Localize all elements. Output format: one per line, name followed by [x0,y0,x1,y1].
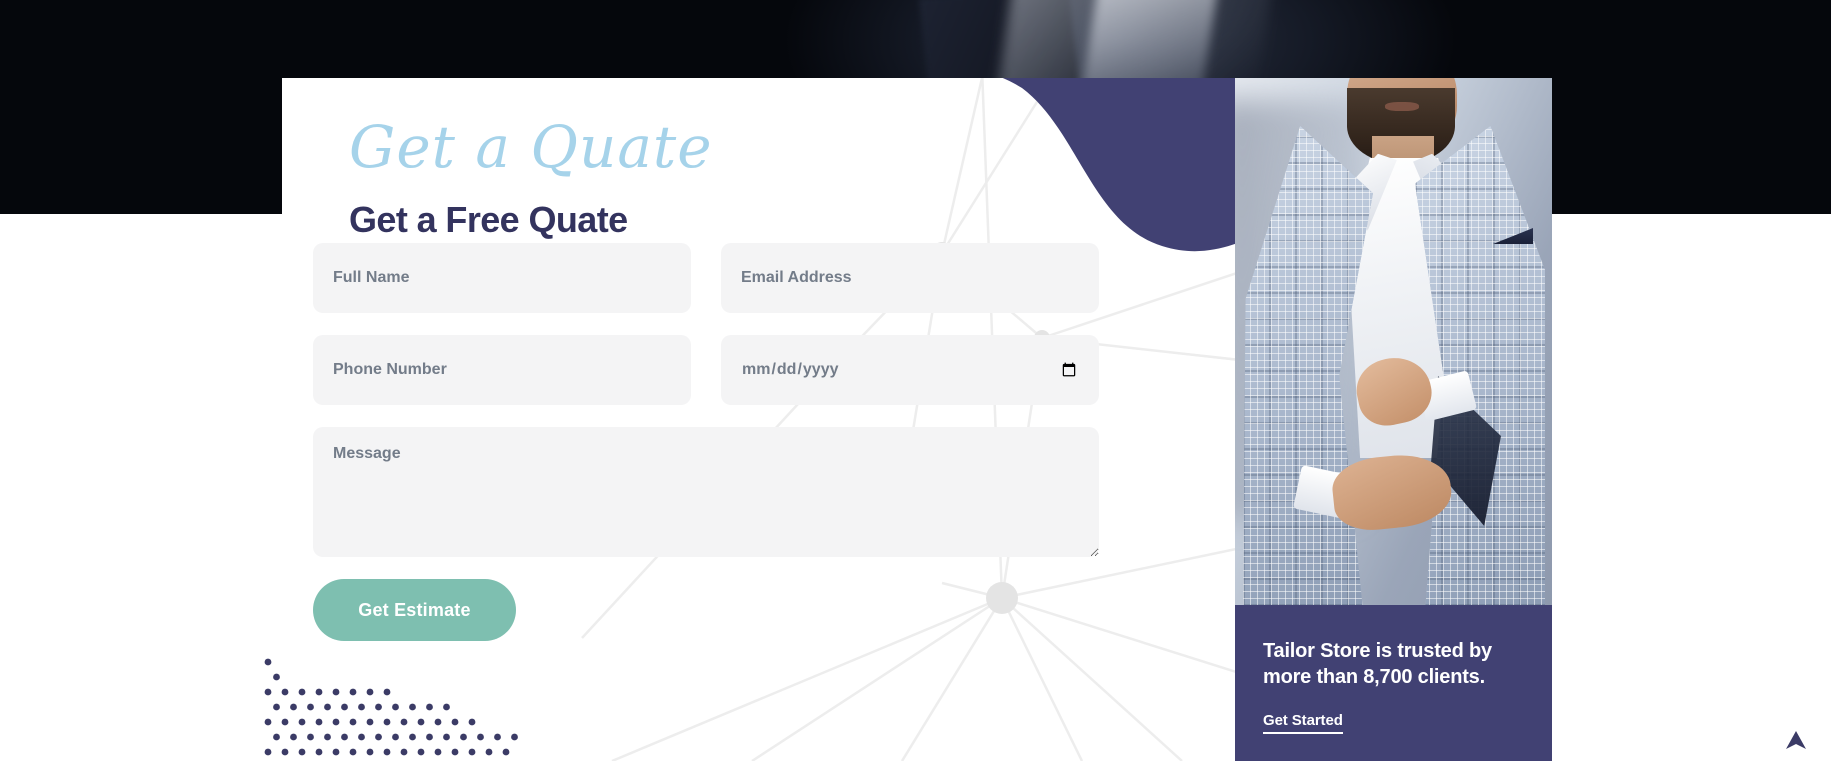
model-lips [1385,102,1419,111]
get-estimate-button[interactable]: Get Estimate [313,579,516,641]
form-row-1 [313,243,1133,313]
date-input[interactable] [721,335,1099,405]
page-title: Get a Free Quate [349,199,628,241]
form-heading-block: Get a Quate Get a Free Quate [349,113,989,241]
full-name-input[interactable] [313,243,691,313]
page-root: Get a Quate Get a Free Quate Get Estimat… [0,0,1831,761]
trust-panel: Tailor Store is trusted by more than 8,7… [1235,605,1552,761]
email-address-input[interactable] [721,243,1099,313]
trust-panel-title: Tailor Store is trusted by more than 8,7… [1263,640,1492,688]
phone-number-input[interactable] [313,335,691,405]
form-row-3 [313,427,1133,557]
message-textarea[interactable] [313,427,1099,557]
scroll-to-top-arrow-icon[interactable] [1779,723,1813,757]
form-row-2 [313,335,1133,405]
side-column: Tailor Store is trusted by more than 8,7… [1235,78,1552,761]
script-heading: Get a Quate [349,113,713,181]
suit-model-photo [1235,78,1552,605]
quote-form: Get Estimate [313,243,1133,641]
get-started-link[interactable]: Get Started [1263,712,1343,735]
quote-form-card: Get a Quate Get a Free Quate Get Estimat… [282,78,1552,761]
